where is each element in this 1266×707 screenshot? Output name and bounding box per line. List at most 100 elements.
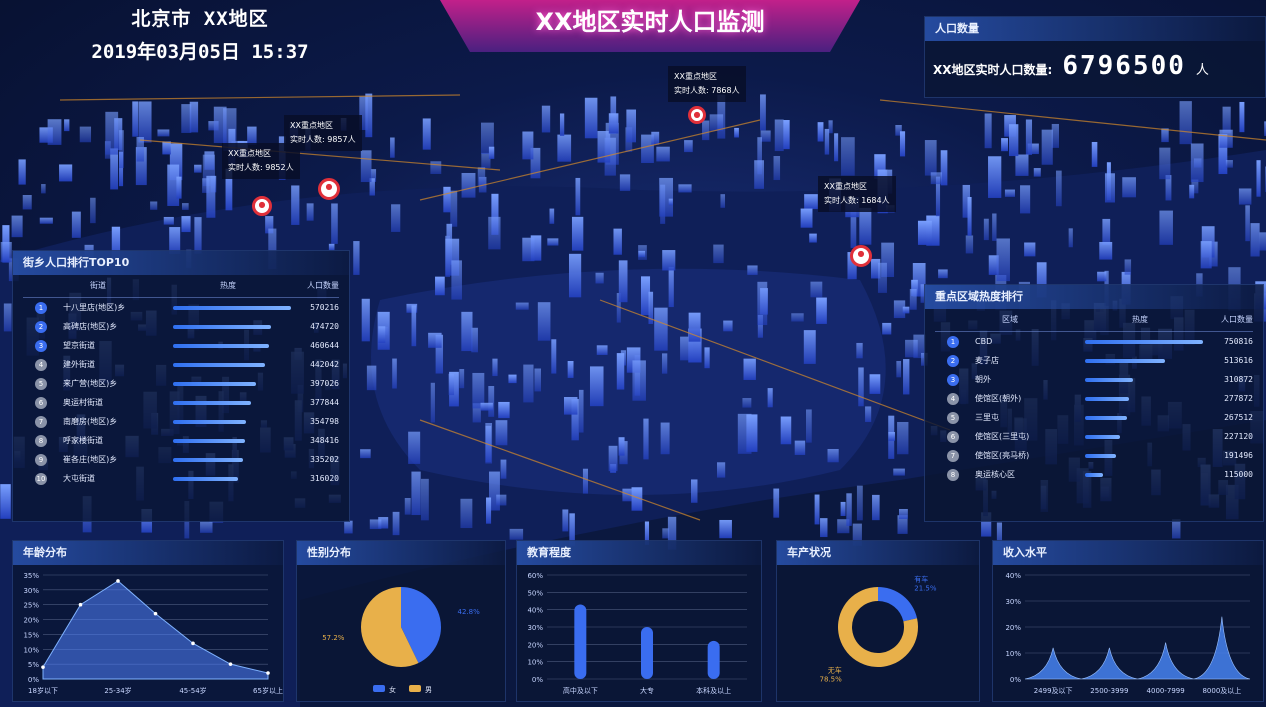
building [522, 131, 534, 160]
map-pin-icon[interactable]: ● [688, 106, 706, 124]
ranking-row[interactable]: 3 望京街道 460644 [23, 336, 339, 355]
income-chart-title: 收入水平 [993, 541, 1263, 565]
building [668, 266, 674, 308]
building [549, 208, 555, 224]
ranking-row[interactable]: 4 使馆区(朝外) 277872 [935, 389, 1253, 408]
col-header: 街道 [90, 281, 106, 290]
ranking-row[interactable]: 6 使馆区(三里屯) 227120 [935, 427, 1253, 446]
building [488, 146, 495, 159]
y-tick-label: 15% [23, 631, 39, 639]
building [742, 398, 752, 408]
building [361, 298, 370, 342]
ranking-row[interactable]: 1 十八里店(地区)乡 570216 [23, 298, 339, 317]
heat-bar [173, 438, 245, 443]
ranking-row[interactable]: 7 南磨房(地区)乡 354798 [23, 412, 339, 431]
heat-bar-track [173, 476, 291, 481]
building [938, 269, 948, 279]
ranking-row[interactable]: 7 使馆区(亮马桥) 191496 [935, 446, 1253, 465]
education-chart-panel: 教育程度 0% 10% 20% 30% 40% 50% 60% 高中及以下 大专 本科及以上 [516, 540, 762, 702]
rank-badge: 9 [35, 453, 47, 466]
map-pin-icon[interactable]: ● [850, 245, 872, 267]
ranking-row[interactable]: 6 奥运村街道 377844 [23, 393, 339, 412]
building [1179, 101, 1192, 145]
ranking-row[interactable]: 8 奥运核心区 115000 [935, 465, 1253, 484]
map-callout[interactable]: XX重点地区 实时人数: 7868人 [668, 66, 746, 102]
building [461, 172, 476, 198]
y-tick-label: 60% [527, 572, 543, 580]
building [411, 305, 417, 347]
map-callout[interactable]: XX重点地区 实时人数: 1684人 [818, 176, 896, 212]
building [691, 479, 698, 503]
gender-chart: 42.8% 57.2% 女 男 [322, 587, 480, 694]
ranking-row[interactable]: 4 建外街道 442042 [23, 355, 339, 374]
building [626, 109, 637, 143]
ranking-value: 316020 [310, 474, 339, 483]
y-tick-label: 5% [28, 661, 39, 669]
age-data-point [266, 671, 270, 675]
ranking-row[interactable]: 5 来广营(地区)乡 397026 [23, 374, 339, 393]
heat-bar [173, 457, 243, 462]
building [557, 134, 572, 162]
location-label: 北京市 XX地区 [131, 8, 269, 30]
heat-bar [173, 324, 271, 329]
ranking-row[interactable]: 1 CBD 750816 [935, 332, 1253, 351]
ranking-row[interactable]: 5 三里屯 267512 [935, 408, 1253, 427]
building [189, 101, 199, 133]
building [824, 128, 830, 155]
building [162, 141, 171, 155]
building [1024, 242, 1036, 257]
building [872, 494, 880, 521]
building [702, 120, 710, 141]
heat-bar [173, 476, 238, 481]
ranking-row[interactable]: 8 呼家楼街道 348416 [23, 431, 339, 450]
building [331, 203, 338, 244]
ranking-value: 513616 [1224, 356, 1253, 365]
building [176, 176, 182, 199]
building [41, 184, 46, 194]
building [720, 194, 726, 208]
heat-bar-track [173, 324, 291, 329]
map-pin-icon[interactable]: ● [318, 178, 340, 200]
education-bar [707, 640, 720, 679]
ranking-row[interactable]: 10 大屯街道 316020 [23, 469, 339, 488]
col-header: 区域 [1002, 315, 1018, 324]
building [495, 420, 508, 446]
car-chart: 有车21.5% 无车78.5% [819, 575, 936, 684]
heat-bar-track [173, 419, 291, 424]
building [1008, 124, 1019, 157]
ranking-row[interactable]: 3 朝外 310872 [935, 370, 1253, 389]
building [897, 421, 909, 455]
building [509, 528, 524, 540]
ranking-row[interactable]: 2 麦子店 513616 [935, 351, 1253, 370]
map-callout[interactable]: XX重点地区 实时人数: 9852人 [222, 143, 300, 179]
building [435, 276, 445, 296]
building [1104, 173, 1115, 203]
heat-bar-track [173, 400, 291, 405]
ranking-value: 115000 [1224, 470, 1253, 479]
building [71, 211, 81, 238]
y-tick-label: 25% [23, 602, 39, 610]
ranking-value: 460644 [310, 341, 339, 350]
building [1004, 189, 1015, 197]
ranking-row[interactable]: 2 高碑店(地区)乡 474720 [23, 317, 339, 336]
building [814, 494, 820, 525]
ranking-row[interactable]: 9 崔各庄(地区)乡 335202 [23, 450, 339, 469]
building [810, 281, 823, 298]
ranking-name: 呼家楼街道 [63, 436, 103, 445]
x-tick-label: 大专 [640, 686, 654, 695]
building [1159, 210, 1173, 245]
building [391, 204, 401, 232]
y-tick-label: 40% [1005, 572, 1021, 580]
map-pin-icon[interactable]: ● [252, 196, 272, 216]
car-chart-title: 车产状况 [777, 541, 979, 565]
heat-bar-track [173, 343, 291, 348]
building [460, 498, 473, 529]
ranking-name: 高碑店(地区)乡 [63, 322, 118, 331]
building [138, 101, 152, 143]
heat-bar-track [173, 362, 291, 367]
street-ranking-header: 街道 热度 人口数量 [23, 275, 339, 298]
building [422, 118, 431, 150]
building [150, 201, 158, 210]
callout-count: 实时人数: 1684人 [824, 196, 890, 205]
building [806, 409, 812, 443]
